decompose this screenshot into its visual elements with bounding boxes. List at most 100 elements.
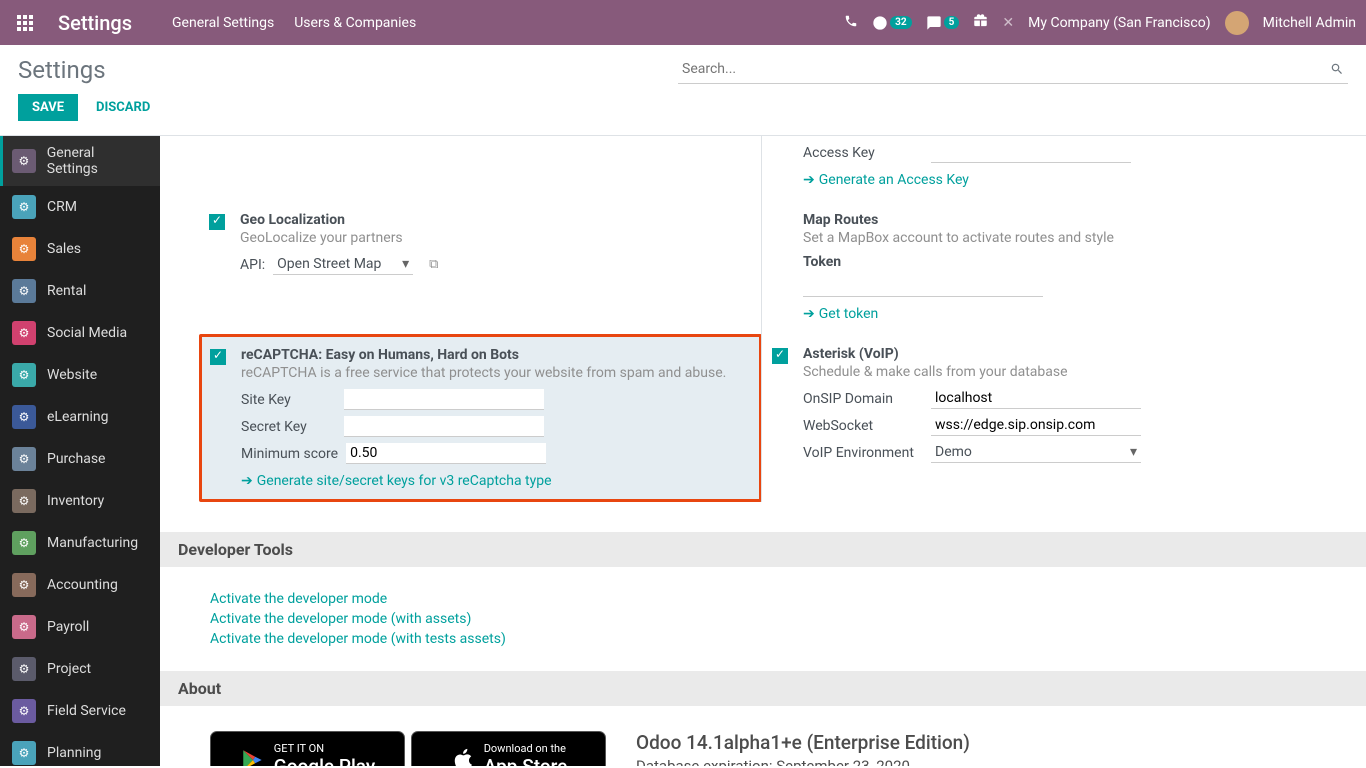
messages-icon[interactable]: 5	[926, 15, 960, 31]
onsip-domain-label: OnSIP Domain	[803, 391, 923, 407]
activity-icon[interactable]: 32	[872, 15, 911, 31]
sidebar-icon: ⚙	[12, 573, 36, 597]
maproutes-token-label: Token	[803, 254, 1314, 270]
unsplash-access-key-label: Access Key	[803, 145, 923, 161]
asterisk-checkbox[interactable]	[772, 348, 788, 364]
asterisk-desc: Schedule & make calls from your database	[803, 364, 1314, 380]
search-input[interactable]	[678, 55, 1348, 84]
recaptcha-desc: reCAPTCHA is a free service that protect…	[241, 365, 751, 381]
activate-dev-mode-assets-link[interactable]: Activate the developer mode (with assets…	[210, 611, 1316, 627]
websocket-input[interactable]	[931, 415, 1141, 436]
maproutes-token-input[interactable]	[803, 276, 1043, 297]
activate-dev-mode-tests-link[interactable]: Activate the developer mode (with tests …	[210, 631, 1316, 647]
sidebar-icon: ⚙	[12, 741, 36, 765]
about-header: About	[160, 671, 1366, 706]
sidebar-label: Planning	[47, 745, 101, 761]
asterisk-title: Asterisk (VoIP)	[803, 346, 1314, 362]
recaptcha-minscore-label: Minimum score	[241, 446, 338, 462]
sidebar-label: Field Service	[47, 703, 126, 719]
recaptcha-sitekey-label: Site Key	[241, 392, 336, 408]
discard-button[interactable]: DISCARD	[86, 94, 160, 121]
menu-users-companies[interactable]: Users & Companies	[294, 15, 416, 31]
page-title: Settings	[18, 56, 106, 84]
sidebar-label: Accounting	[47, 577, 118, 593]
geo-desc: GeoLocalize your partners	[240, 230, 752, 246]
db-expiration: Database expiration: September 23, 2020	[636, 757, 1316, 766]
top-menu: General Settings Users & Companies	[172, 15, 416, 31]
external-link-icon[interactable]: ⧉	[429, 257, 438, 272]
top-navbar: Settings General Settings Users & Compan…	[0, 0, 1366, 45]
sidebar-label: Inventory	[47, 493, 104, 509]
sidebar-item-sales[interactable]: ⚙Sales	[0, 228, 160, 270]
sidebar-label: CRM	[47, 199, 77, 215]
sidebar-icon: ⚙	[12, 405, 36, 429]
settings-sidebar: ⚙General Settings⚙CRM⚙Sales⚙Rental⚙Socia…	[0, 136, 160, 766]
recaptcha-sitekey-input[interactable]	[344, 389, 544, 410]
voip-env-label: VoIP Environment	[803, 445, 923, 461]
recaptcha-minscore-input[interactable]	[346, 443, 546, 464]
recaptcha-secretkey-input[interactable]	[344, 416, 544, 437]
sidebar-item-payroll[interactable]: ⚙Payroll	[0, 606, 160, 648]
developer-tools-header: Developer Tools	[160, 532, 1366, 567]
sidebar-item-elearning[interactable]: ⚙ eLearning	[0, 396, 160, 438]
geo-api-select[interactable]: Open Street Map	[273, 254, 413, 274]
sidebar-item-manufacturing[interactable]: ⚙Manufacturing	[0, 522, 160, 564]
close-tray-icon[interactable]: ✕	[1002, 15, 1014, 31]
recaptcha-generate-link[interactable]: ➔ Generate site/secret keys for v3 reCap…	[241, 473, 552, 489]
recaptcha-secretkey-label: Secret Key	[241, 419, 336, 435]
sidebar-item-accounting[interactable]: ⚙ Accounting	[0, 564, 160, 606]
company-selector[interactable]: My Company (San Francisco)	[1028, 15, 1210, 31]
websocket-label: WebSocket	[803, 418, 923, 434]
messages-badge: 5	[944, 16, 960, 29]
sidebar-icon: ⚙	[12, 699, 36, 723]
sidebar-icon: ⚙	[12, 321, 36, 345]
sidebar-item-rental[interactable]: ⚙Rental	[0, 270, 160, 312]
odoo-version: Odoo 14.1alpha1+e (Enterprise Edition)	[636, 731, 1316, 754]
sidebar-label: Manufacturing	[47, 535, 138, 551]
gift-icon[interactable]	[973, 13, 988, 32]
phone-icon[interactable]	[844, 14, 858, 32]
sidebar-icon: ⚙	[12, 195, 36, 219]
onsip-domain-input[interactable]	[931, 388, 1141, 409]
sidebar-icon: ⚙	[12, 363, 36, 387]
sidebar-icon: ⚙	[12, 279, 36, 303]
recaptcha-checkbox[interactable]	[210, 349, 226, 365]
sidebar-icon: ⚙	[12, 657, 36, 681]
user-avatar[interactable]	[1225, 11, 1249, 35]
voip-env-select[interactable]: Demo	[931, 442, 1141, 462]
generate-access-key-link[interactable]: ➔ Generate an Access Key	[803, 172, 969, 188]
sidebar-label: eLearning	[47, 409, 108, 425]
sidebar-label: Project	[47, 661, 91, 677]
settings-content[interactable]: Access Key ➔ Generate an Access Key Geo …	[160, 136, 1366, 766]
sidebar-item-planning[interactable]: ⚙ Planning	[0, 732, 160, 766]
unsplash-access-key-input[interactable]	[931, 142, 1131, 163]
sidebar-item-project[interactable]: ⚙ Project	[0, 648, 160, 690]
sidebar-item-crm[interactable]: ⚙ CRM	[0, 186, 160, 228]
save-button[interactable]: SAVE	[18, 94, 78, 121]
sidebar-label: Website	[47, 367, 97, 383]
app-store-button[interactable]: Download on theApp Store	[411, 731, 606, 766]
maproutes-desc: Set a MapBox account to activate routes …	[803, 230, 1314, 246]
sidebar-label: General Settings	[47, 145, 148, 177]
sidebar-label: Social Media	[47, 325, 127, 341]
sidebar-item-website[interactable]: ⚙ Website	[0, 354, 160, 396]
sidebar-item-purchase[interactable]: ⚙ Purchase	[0, 438, 160, 480]
apps-launcher-icon[interactable]	[10, 8, 40, 38]
sidebar-item-general-settings[interactable]: ⚙General Settings	[0, 136, 160, 186]
geo-localization-checkbox[interactable]	[209, 214, 225, 230]
sidebar-icon: ⚙	[12, 615, 36, 639]
sidebar-label: Sales	[47, 241, 81, 257]
user-name[interactable]: Mitchell Admin	[1263, 15, 1356, 31]
sidebar-label: Purchase	[47, 451, 105, 467]
sidebar-icon: ⚙	[12, 447, 36, 471]
activity-badge: 32	[890, 16, 911, 29]
get-token-link[interactable]: ➔ Get token	[803, 306, 878, 322]
sidebar-item-field-service[interactable]: ⚙ Field Service	[0, 690, 160, 732]
geo-title: Geo Localization	[240, 212, 752, 228]
sidebar-item-inventory[interactable]: ⚙Inventory	[0, 480, 160, 522]
search-icon[interactable]	[1330, 61, 1344, 80]
menu-general-settings[interactable]: General Settings	[172, 15, 274, 31]
sidebar-item-social-media[interactable]: ⚙ Social Media	[0, 312, 160, 354]
activate-dev-mode-link[interactable]: Activate the developer mode	[210, 591, 1316, 607]
google-play-button[interactable]: GET IT ONGoogle Play	[210, 731, 405, 766]
